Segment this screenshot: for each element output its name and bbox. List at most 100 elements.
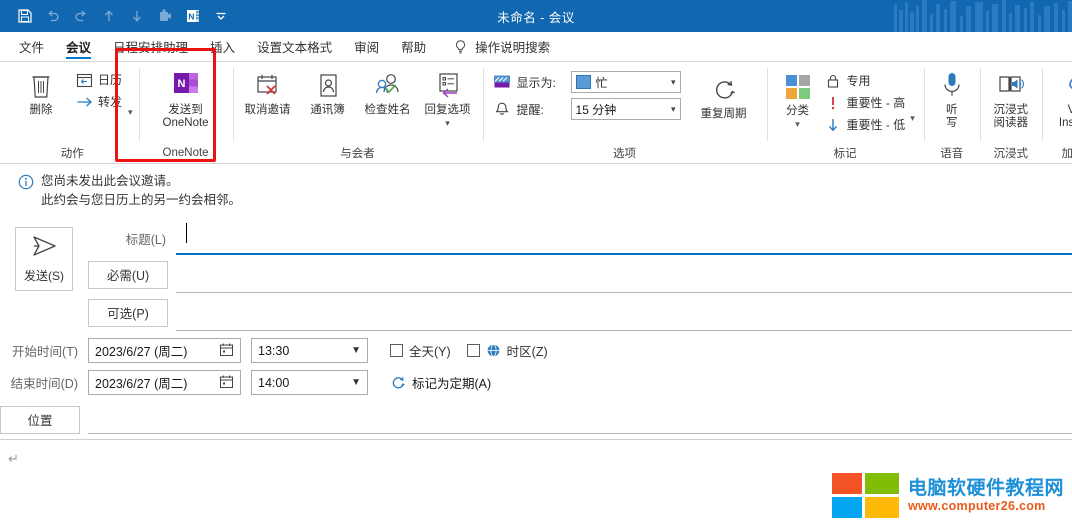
group-label-options: 选项 <box>493 143 757 163</box>
address-book-icon <box>313 70 343 102</box>
cancel-invitation-button[interactable]: 取消邀请 <box>239 67 297 120</box>
optional-row: 可选(P) <box>88 297 1072 335</box>
actions-more-icon[interactable]: ▾ <box>128 108 133 143</box>
tab-help[interactable]: 帮助 <box>390 32 437 61</box>
reminder-combobox[interactable]: 15 分钟 ▾ <box>571 98 681 120</box>
show-as-combobox[interactable]: 忙 ▾ <box>571 71 681 93</box>
high-importance-icon <box>825 95 841 111</box>
response-options-chevron-icon[interactable]: ▾ <box>445 119 450 128</box>
time-zone-checkbox[interactable] <box>467 344 480 357</box>
send-icon <box>29 233 59 264</box>
info-icon <box>18 172 34 211</box>
title-row: 标题(L) <box>88 221 1072 259</box>
make-recurring-button[interactable]: 标记为定期(A) <box>390 373 491 392</box>
onenote-icon[interactable]: N <box>180 4 206 28</box>
onenote-icon: N <box>170 70 202 102</box>
group-label-addins: 加载项 <box>1048 143 1072 163</box>
optional-attendees-button[interactable]: 可选(P) <box>88 299 168 327</box>
group-label-onenote: OneNote <box>153 143 219 163</box>
undo-icon[interactable] <box>40 4 66 28</box>
chevron-down-icon[interactable]: ▾ <box>667 104 676 115</box>
check-names-button[interactable]: 检查姓名 <box>359 67 417 120</box>
trash-icon <box>28 70 54 102</box>
address-book-button[interactable]: 通讯簿 <box>299 67 357 120</box>
save-icon[interactable] <box>12 4 38 28</box>
time-zone-checkbox-row[interactable]: 时区(Z) <box>467 341 548 360</box>
chevron-down-icon[interactable]: ▼ <box>351 377 361 388</box>
move-down-icon[interactable] <box>124 4 150 28</box>
group-label-tags: 标记 <box>776 143 915 163</box>
move-up-icon[interactable] <box>96 4 122 28</box>
calendar-picker-icon[interactable] <box>219 342 234 360</box>
recurrence-label: 重复周期 <box>701 108 747 121</box>
ribbon-group-tags: 分类 ▾ 专用 重要性 - 高 <box>767 62 924 163</box>
location-input[interactable] <box>88 404 1072 434</box>
send-to-onenote-label-line2: OneNote <box>163 117 209 129</box>
tab-insert[interactable]: 插入 <box>199 32 246 61</box>
redo-icon[interactable] <box>68 4 94 28</box>
private-button[interactable]: 专用 <box>822 71 909 90</box>
chevron-down-icon[interactable]: ▾ <box>667 77 676 88</box>
title-bar-decoration <box>892 0 1072 32</box>
optional-attendees-input[interactable] <box>176 297 1072 331</box>
location-button[interactable]: 位置 <box>0 406 80 434</box>
tab-scheduling-assistant[interactable]: 日程安排助理 <box>102 32 199 61</box>
all-day-checkbox[interactable] <box>390 344 403 357</box>
ribbon-group-actions: 删除 日历 转发 ▾ 动作 <box>6 62 139 163</box>
delete-button[interactable]: 删除 <box>12 67 70 120</box>
teams-meeting-icon[interactable] <box>152 4 178 28</box>
watermark-url: www.computer26.com <box>908 500 1064 513</box>
send-button[interactable]: 发送(S) <box>15 227 73 291</box>
send-to-onenote-button[interactable]: N 发送到 OneNote <box>153 67 219 133</box>
lock-icon <box>825 73 841 89</box>
tell-me-search[interactable]: 操作说明搜索 <box>437 32 550 61</box>
immersive-reader-button[interactable]: 沉浸式 阅读器 <box>986 67 1036 133</box>
forward-button[interactable]: 转发 <box>72 91 126 112</box>
calendar-picker-icon[interactable] <box>219 374 234 392</box>
reminder-row: 提醒: 15 分钟 ▾ <box>493 98 681 120</box>
show-as-label: 显示为: <box>517 74 565 91</box>
show-as-icon <box>493 73 511 91</box>
start-time-input[interactable]: 13:30 ▼ <box>251 338 368 363</box>
calendar-button[interactable]: 日历 <box>72 69 126 90</box>
tab-format-text[interactable]: 设置文本格式 <box>246 32 343 61</box>
viva-insights-label-line1: Viva <box>1068 104 1072 116</box>
tab-label: 插入 <box>210 37 235 56</box>
categorize-button[interactable]: 分类 ▾ <box>776 68 820 132</box>
start-date-value: 2023/6/27 (周二) <box>95 341 219 360</box>
dictate-button[interactable]: 听 写 <box>930 67 974 133</box>
start-date-input[interactable]: 2023/6/27 (周二) <box>88 338 241 363</box>
low-importance-button[interactable]: 重要性 - 低 <box>822 115 909 134</box>
calendar-label: 日历 <box>98 71 122 88</box>
categorize-chevron-icon[interactable]: ▾ <box>795 120 800 129</box>
immersive-reader-label-line1: 沉浸式 <box>994 104 1029 116</box>
end-date-input[interactable]: 2023/6/27 (周二) <box>88 370 241 395</box>
forward-arrow-icon <box>76 93 93 110</box>
show-as-row: 显示为: 忙 ▾ <box>493 71 681 93</box>
required-row: 必需(U) <box>88 259 1072 297</box>
group-label-immersive: 沉浸式 <box>986 143 1036 163</box>
all-day-checkbox-row[interactable]: 全天(Y) <box>390 341 451 360</box>
customize-qat-chevron-icon[interactable] <box>208 4 234 28</box>
high-importance-button[interactable]: 重要性 - 高 <box>822 93 909 112</box>
tab-label: 日程安排助理 <box>113 37 188 56</box>
show-as-color-swatch <box>576 75 591 89</box>
dictate-label-line2: 写 <box>946 117 958 129</box>
response-options-button[interactable]: 回复选项 ▾ <box>419 67 477 131</box>
body-divider <box>0 439 1072 440</box>
windows-logo-icon <box>832 473 899 518</box>
title-input[interactable] <box>176 221 1072 255</box>
end-time-input[interactable]: 14:00 ▼ <box>251 370 368 395</box>
tags-more-icon[interactable]: ▾ <box>910 114 915 143</box>
tab-file[interactable]: 文件 <box>8 32 55 61</box>
tab-meeting[interactable]: 会议 <box>55 32 102 61</box>
chevron-down-icon[interactable]: ▼ <box>351 345 361 356</box>
immersive-reader-label-line2: 阅读器 <box>994 117 1029 129</box>
viva-insights-button[interactable]: Viva Insights <box>1048 67 1072 133</box>
categorize-label: 分类 <box>786 105 809 118</box>
ribbon-group-attendees: 取消邀请 通讯簿 检查姓名 回复选项 ▾ 与会 <box>233 62 483 163</box>
tab-review[interactable]: 审阅 <box>343 32 390 61</box>
recurrence-button[interactable]: 重复周期 <box>691 71 757 124</box>
required-attendees-input[interactable] <box>176 259 1072 293</box>
required-attendees-button[interactable]: 必需(U) <box>88 261 168 289</box>
